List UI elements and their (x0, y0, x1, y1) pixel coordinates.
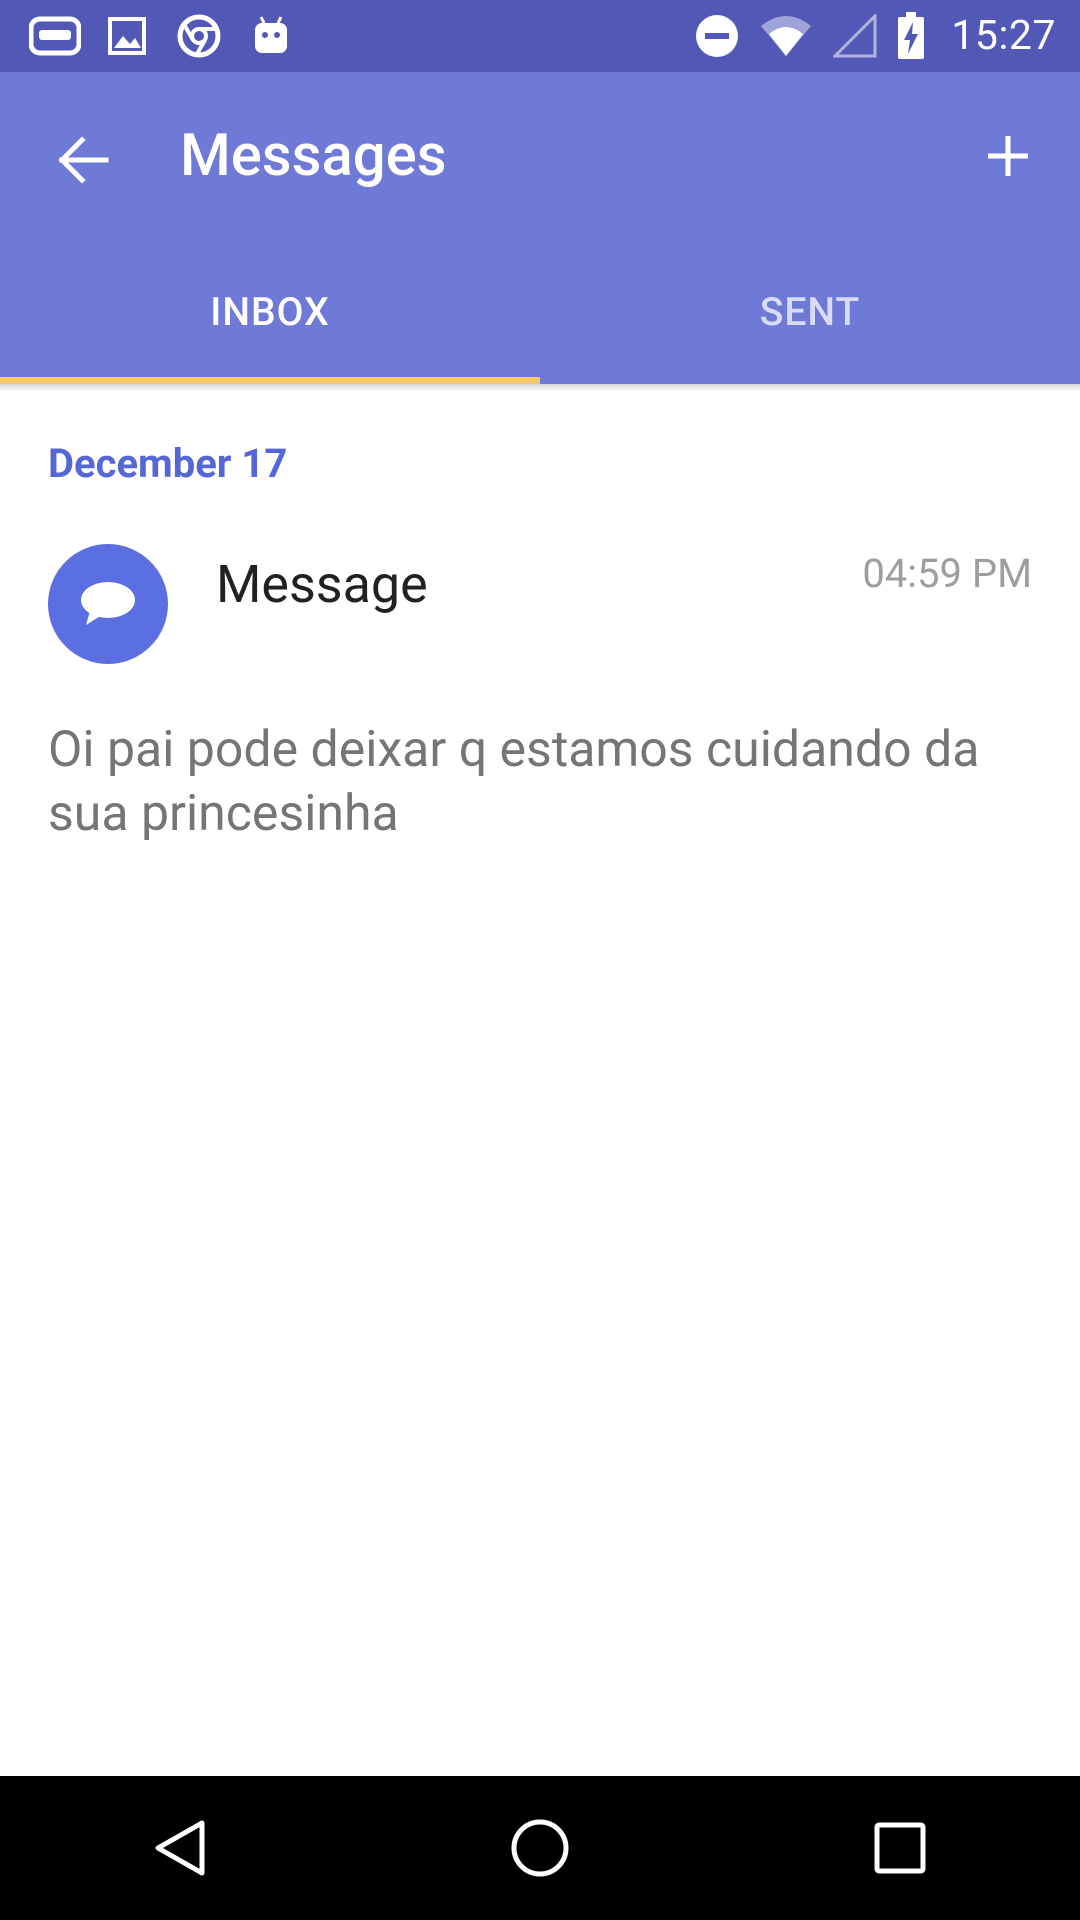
wifi-icon (759, 12, 813, 60)
add-message-button[interactable] (972, 120, 1044, 192)
nav-recents-button[interactable] (840, 1788, 960, 1908)
screen: 15:27 Messages INBOX SENT December 17 Me… (0, 0, 1080, 1920)
chat-bubble-icon (81, 582, 135, 625)
date-header: December 17 (48, 440, 288, 487)
do-not-disturb-icon (695, 12, 739, 60)
game-controller-icon (28, 12, 82, 60)
message-time: 04:59 PM (862, 550, 1032, 597)
tab-inbox-label: INBOX (210, 289, 330, 335)
back-button[interactable] (48, 124, 120, 196)
cell-signal-icon (833, 12, 877, 60)
status-bar: 15:27 (0, 0, 1080, 72)
nav-home-button[interactable] (480, 1788, 600, 1908)
page-title: Messages (180, 122, 447, 190)
chrome-icon (172, 12, 226, 60)
tab-bar: INBOX SENT (0, 240, 1080, 384)
message-snippet[interactable]: Oi pai pode deixar q estamos cuidando da… (48, 718, 1038, 846)
home-circle-icon (511, 1819, 569, 1877)
back-triangle-icon (155, 1820, 205, 1876)
tab-indicator (0, 377, 540, 384)
navigation-bar (0, 1776, 1080, 1920)
image-icon (100, 12, 154, 60)
message-sender: Message (216, 554, 428, 615)
nav-back-button[interactable] (120, 1788, 240, 1908)
status-notifications (28, 12, 316, 60)
tab-sent[interactable]: SENT (540, 240, 1080, 384)
app-bar: Messages INBOX SENT (0, 72, 1080, 384)
tab-inbox[interactable]: INBOX (0, 240, 540, 384)
recents-square-icon (874, 1822, 926, 1874)
status-time: 15:27 (951, 12, 1056, 60)
app-bar-shadow (0, 384, 1080, 392)
message-item[interactable]: Message 04:59 PM (0, 530, 1080, 680)
toolbar: Messages (0, 72, 1080, 240)
tab-sent-label: SENT (759, 289, 861, 335)
add-icon (988, 136, 1028, 176)
arrow-back-icon (58, 136, 109, 184)
battery-charging-icon (897, 12, 925, 60)
avatar (48, 544, 168, 664)
android-icon (244, 12, 298, 60)
status-system-icons: 15:27 (675, 12, 1056, 60)
